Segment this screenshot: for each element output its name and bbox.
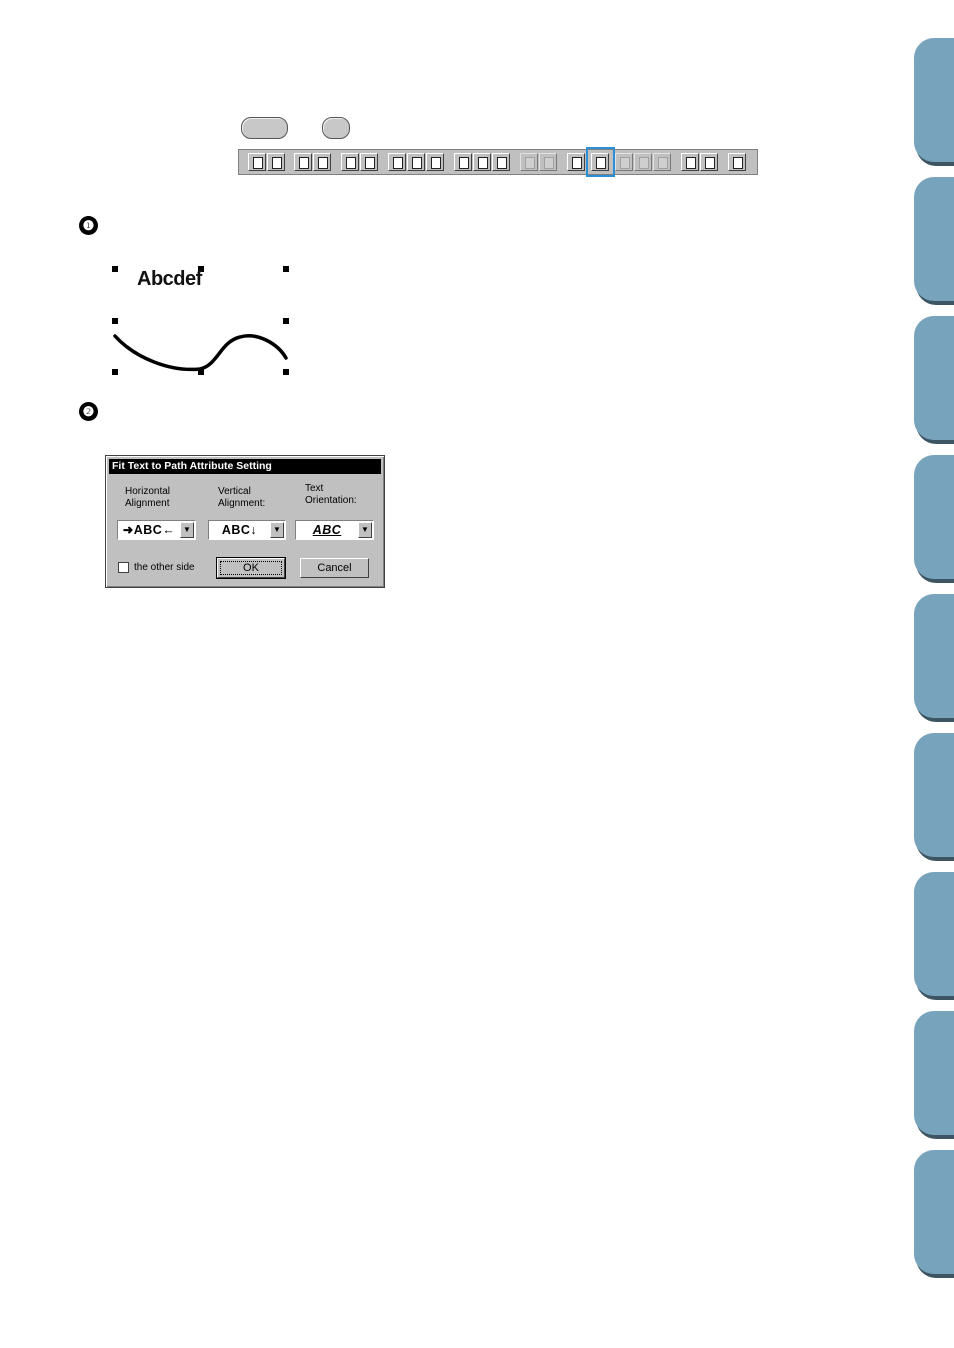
horizontal-alignment-value: ➜ABC← bbox=[122, 523, 176, 537]
side-tab[interactable] bbox=[914, 38, 954, 162]
horizontal-alignment-label: Horizontal Alignment bbox=[125, 486, 171, 509]
copy-icon[interactable] bbox=[407, 153, 425, 171]
vertical-alignment-select[interactable]: ABC↓ ▼ bbox=[208, 520, 286, 540]
side-tab[interactable] bbox=[914, 316, 954, 440]
preview-icon[interactable] bbox=[728, 153, 746, 171]
side-tab[interactable] bbox=[914, 177, 954, 301]
step-2-marker: ❷ bbox=[79, 402, 98, 421]
text-orientation-value: ABC bbox=[312, 523, 342, 537]
text-orientation-select[interactable]: ABC ▼ bbox=[295, 520, 374, 540]
ok-button-label: OK bbox=[220, 561, 282, 575]
text-orientation-label: Text Orientation: bbox=[305, 483, 357, 506]
selection-handle[interactable] bbox=[283, 266, 289, 272]
stitch-icon[interactable] bbox=[681, 153, 699, 171]
toolbar bbox=[238, 149, 758, 175]
mirror-vertical-icon[interactable] bbox=[473, 153, 491, 171]
group-icon[interactable] bbox=[520, 153, 538, 171]
text-icon[interactable] bbox=[567, 153, 585, 171]
side-tab[interactable] bbox=[914, 594, 954, 718]
side-tab[interactable] bbox=[914, 455, 954, 579]
rotate-icon[interactable] bbox=[492, 153, 510, 171]
vertical-alignment-label: Vertical Alignment: bbox=[218, 486, 266, 509]
keyboard-key-wide bbox=[241, 117, 288, 139]
cut-icon[interactable] bbox=[388, 153, 406, 171]
text-disabled-3-icon[interactable] bbox=[653, 153, 671, 171]
new-file-icon[interactable] bbox=[248, 153, 266, 171]
dialog-title: Fit Text to Path Attribute Setting bbox=[109, 459, 381, 474]
fit-text-to-path-dialog: Fit Text to Path Attribute Setting Horiz… bbox=[105, 455, 385, 588]
import-icon[interactable] bbox=[294, 153, 312, 171]
chevron-down-icon[interactable]: ▼ bbox=[180, 522, 194, 538]
open-file-icon[interactable] bbox=[267, 153, 285, 171]
side-tab[interactable] bbox=[914, 1011, 954, 1135]
chevron-down-icon[interactable]: ▼ bbox=[358, 522, 372, 538]
paste-icon[interactable] bbox=[426, 153, 444, 171]
selection-handle[interactable] bbox=[112, 266, 118, 272]
vertical-alignment-value: ABC↓ bbox=[221, 523, 258, 537]
save-icon[interactable] bbox=[341, 153, 359, 171]
cancel-button-label: Cancel bbox=[317, 562, 352, 574]
ok-button[interactable]: OK bbox=[216, 557, 286, 579]
ungroup-icon[interactable] bbox=[539, 153, 557, 171]
side-tab[interactable] bbox=[914, 1150, 954, 1274]
save-as-icon[interactable] bbox=[360, 153, 378, 171]
text-disabled-2-icon[interactable] bbox=[634, 153, 652, 171]
cancel-button[interactable]: Cancel bbox=[300, 558, 369, 578]
horizontal-alignment-select[interactable]: ➜ABC← ▼ bbox=[117, 520, 196, 540]
export-icon[interactable] bbox=[313, 153, 331, 171]
toolbar-highlight-frame bbox=[586, 147, 615, 177]
side-tab[interactable] bbox=[914, 872, 954, 996]
step-1-marker: ❶ bbox=[79, 216, 98, 235]
text-disabled-1-icon[interactable] bbox=[615, 153, 633, 171]
other-side-label: the other side bbox=[134, 562, 195, 573]
mirror-horizontal-icon[interactable] bbox=[454, 153, 472, 171]
sew-order-icon[interactable] bbox=[700, 153, 718, 171]
other-side-checkbox[interactable] bbox=[118, 562, 129, 573]
keyboard-key-round bbox=[322, 117, 350, 139]
chevron-down-icon[interactable]: ▼ bbox=[270, 522, 284, 538]
side-tab[interactable] bbox=[914, 733, 954, 857]
curved-path bbox=[113, 334, 288, 372]
sample-text: Abcdef bbox=[137, 268, 202, 290]
